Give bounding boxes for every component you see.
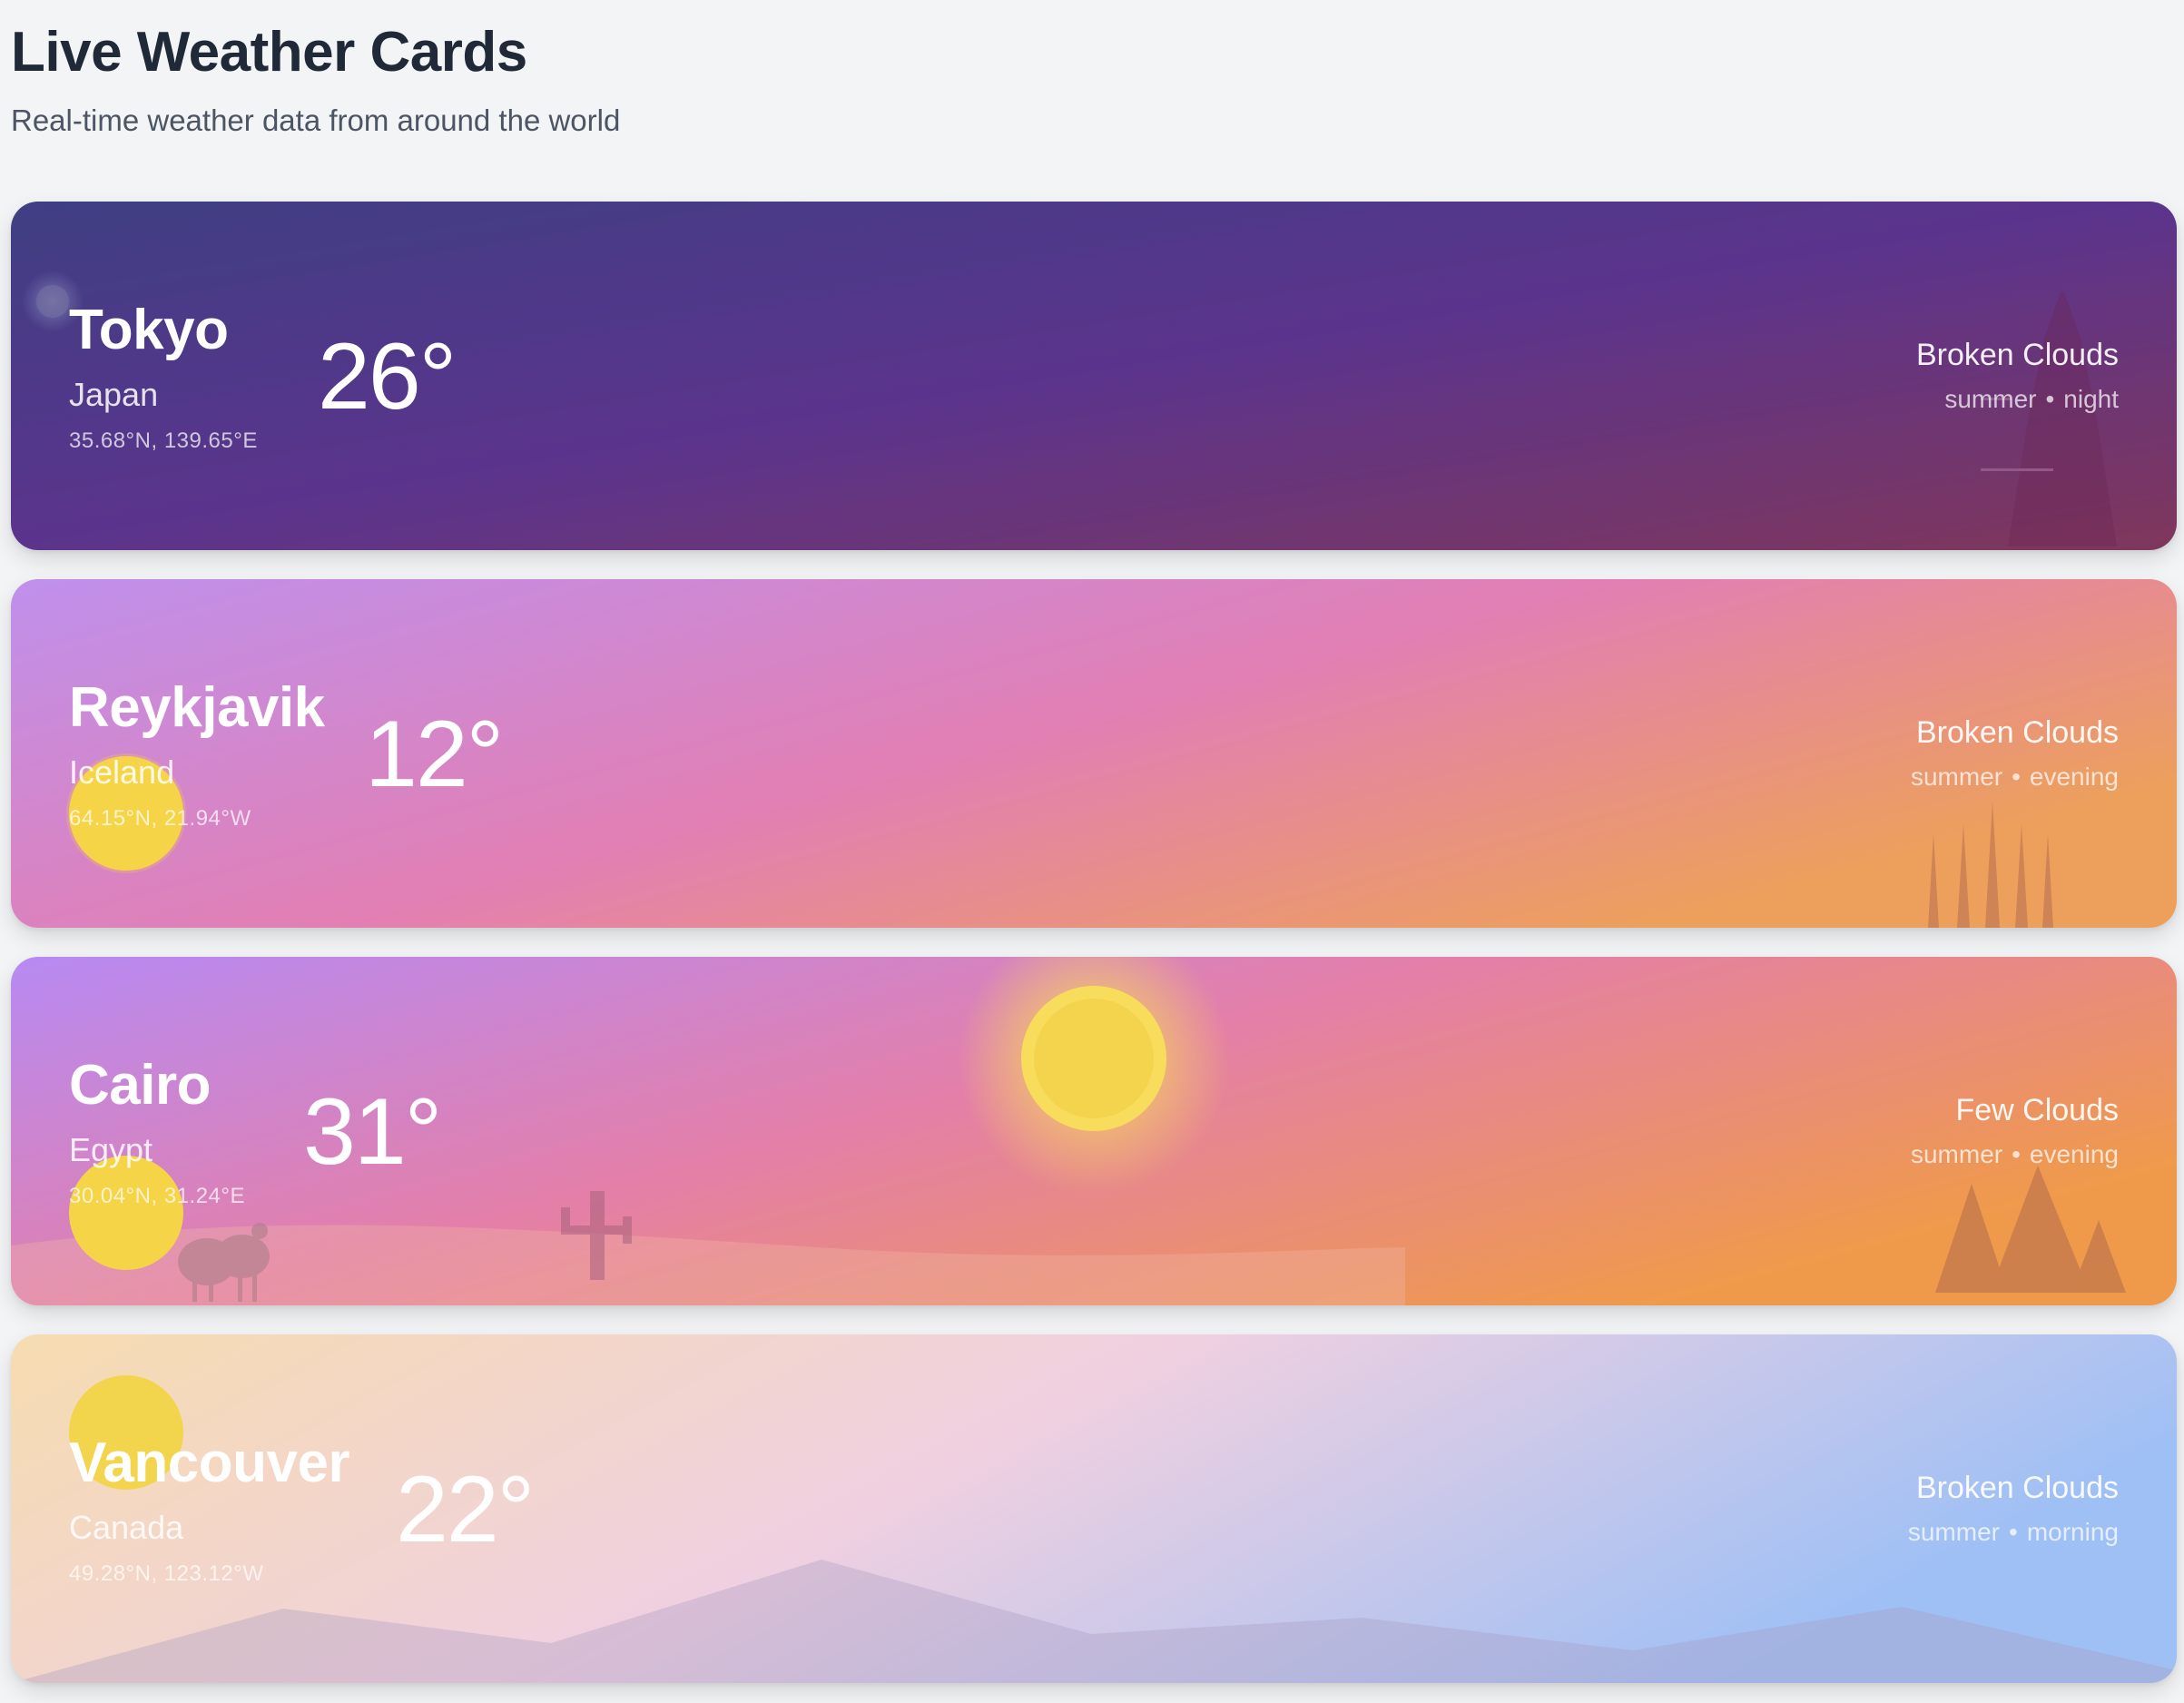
card-background: [11, 1334, 2177, 1683]
country-name: Iceland: [69, 753, 175, 791]
season-time-meta: summer • evening: [1911, 763, 2119, 792]
temperature: 26°: [318, 324, 457, 429]
city-name: Cairo: [69, 1054, 211, 1117]
weather-condition: Few Clouds: [1955, 1093, 2119, 1127]
season-time-meta: summer • morning: [1908, 1518, 2119, 1547]
temperature: 31°: [303, 1079, 442, 1185]
separator-dot: •: [2009, 1518, 2018, 1546]
country-name: Egypt: [69, 1131, 153, 1168]
time-of-day-label: evening: [2029, 1140, 2119, 1168]
city-name: Tokyo: [69, 299, 229, 361]
time-of-day-label: night: [2063, 385, 2119, 413]
season-label: summer: [1910, 763, 2003, 791]
separator-dot: •: [2012, 763, 2021, 791]
separator-dot: •: [2012, 1140, 2021, 1168]
country-name: Japan: [69, 376, 159, 413]
coordinates: 49.28°N, 123.12°W: [69, 1561, 264, 1586]
weather-card-reykjavik[interactable]: Reykjavik Iceland 64.15°N, 21.94°W 12° B…: [11, 579, 2177, 928]
temperature: 22°: [396, 1457, 535, 1562]
season-label: summer: [1907, 1518, 2001, 1546]
temperature: 12°: [365, 702, 504, 807]
season-label: summer: [1910, 1140, 2003, 1168]
coordinates: 35.68°N, 139.65°E: [69, 428, 258, 453]
country-name: Canada: [69, 1509, 184, 1546]
coordinates: 64.15°N, 21.94°W: [69, 806, 251, 831]
coordinates: 30.04°N, 31.24°E: [69, 1184, 245, 1208]
weather-condition: Broken Clouds: [1915, 1471, 2119, 1505]
separator-dot: •: [2045, 385, 2055, 413]
season-label: summer: [1944, 385, 2037, 413]
city-name: Vancouver: [69, 1432, 350, 1494]
weather-condition: Broken Clouds: [1915, 338, 2119, 372]
time-of-day-label: morning: [2026, 1518, 2119, 1546]
page-subtitle: Real-time weather data from around the w…: [11, 103, 621, 137]
season-time-meta: summer • night: [1944, 385, 2119, 414]
city-name: Reykjavik: [69, 676, 325, 739]
sun-icon: [69, 1156, 183, 1270]
time-of-day-label: evening: [2029, 763, 2119, 791]
weather-card-cairo[interactable]: Cairo Egypt 30.04°N, 31.24°E 31° Few Clo…: [11, 957, 2177, 1305]
season-time-meta: summer • evening: [1911, 1140, 2119, 1169]
page-title: Live Weather Cards: [11, 21, 527, 84]
weather-card-tokyo[interactable]: Tokyo Japan 35.68°N, 139.65°E 26° Broken…: [11, 202, 2177, 550]
weather-condition: Broken Clouds: [1915, 715, 2119, 750]
weather-card-vancouver[interactable]: Vancouver Canada 49.28°N, 123.12°W 22° B…: [11, 1334, 2177, 1683]
card-background: [11, 579, 2177, 928]
